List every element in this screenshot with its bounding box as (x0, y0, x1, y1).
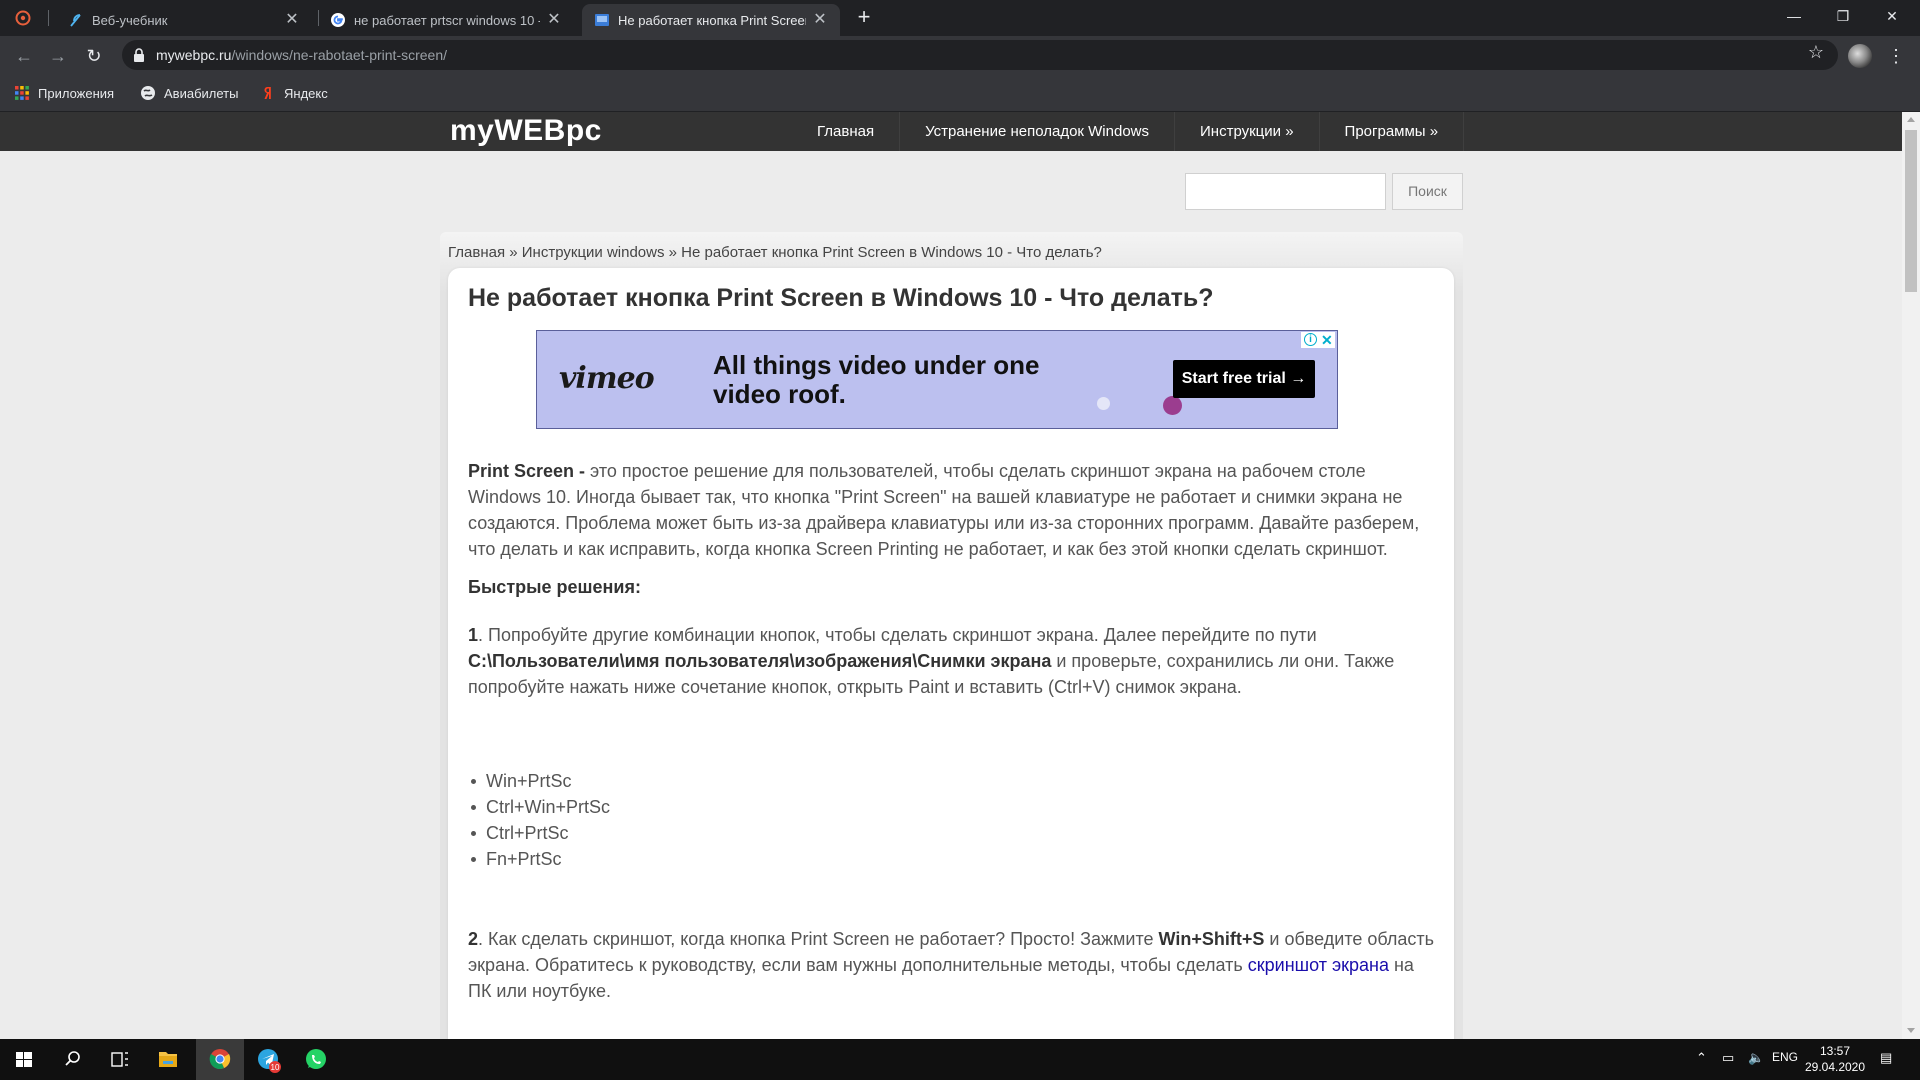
site-logo[interactable]: myWEBpc (450, 114, 602, 148)
nav-item-instructions[interactable]: Инструкции » (1175, 112, 1320, 151)
page-viewport: myWEBpc Главная Устранение неполадок Win… (0, 112, 1902, 1039)
bookmark-apps[interactable]: Приложения (14, 85, 114, 103)
tab-title: Не работает кнопка Print Screen (618, 13, 806, 28)
network-icon[interactable]: ▭ (1722, 1050, 1734, 1066)
tab-google-search[interactable]: не работает prtscr windows 10 - ✕ (318, 4, 574, 36)
list-item: Ctrl+Win+PrtSc (470, 794, 610, 820)
step-2-paragraph: 2. Как сделать скриншот, когда кнопка Pr… (468, 929, 1435, 1001)
globe-icon (141, 86, 155, 100)
chrome-icon[interactable] (196, 1039, 244, 1080)
close-tab-icon[interactable]: ✕ (810, 10, 830, 30)
site-favicon-icon (595, 14, 609, 26)
bookmarks-bar: Приложения Авиабилеты Яндекс (0, 76, 1920, 112)
minimize-button[interactable]: — (1771, 0, 1817, 32)
info-icon[interactable]: i (1304, 333, 1317, 346)
bookmark-label: Приложения (38, 86, 115, 101)
back-button[interactable]: ← (10, 42, 38, 70)
content-container: Главная » Инструкции windows » Не работа… (440, 232, 1463, 1039)
step-1-paragraph: 1. Попробуйте другие комбинации кнопок, … (468, 625, 1395, 697)
pinned-tab-icon[interactable] (14, 9, 32, 27)
screenshot-link[interactable]: скриншот экрана (1248, 955, 1389, 975)
bookmark-aviabilety[interactable]: Авиабилеты (140, 85, 238, 103)
notifications-icon[interactable]: ▤ (1880, 1050, 1892, 1066)
close-tab-icon[interactable]: ✕ (544, 10, 564, 30)
clock-date: 29.04.2020 (1804, 1060, 1866, 1074)
tab-title: не работает prtscr windows 10 - (354, 13, 540, 28)
site-nav: Главная Устранение неполадок Windows Инс… (792, 112, 1465, 151)
whatsapp-icon[interactable] (292, 1039, 340, 1080)
site-search-button[interactable]: Поиск (1392, 173, 1463, 210)
url-text: mywebpc.ru/windows/ne-rabotaet-print-scr… (156, 47, 448, 63)
scrollbar-thumb[interactable] (1905, 130, 1917, 292)
yandex-icon (264, 87, 271, 99)
google-icon (331, 13, 345, 27)
shortcut-list: Win+PrtSc Ctrl+Win+PrtSc Ctrl+PrtSc Fn+P… (470, 768, 610, 872)
page-scrollbar[interactable] (1902, 112, 1920, 1039)
list-item: Ctrl+PrtSc (470, 820, 610, 846)
article: Не работает кнопка Print Screen в Window… (448, 268, 1454, 1039)
ad-headline: All things video under one video roof. (713, 350, 1040, 409)
browser-toolbar: ← → ↻ mywebpc.ru/windows/ne-rabotaet-pri… (0, 36, 1920, 76)
close-ad-icon[interactable]: ✕ (1321, 332, 1333, 348)
ad-choices[interactable]: i ✕ (1301, 332, 1335, 348)
ad-cta-button[interactable]: Start free trial → (1173, 360, 1315, 398)
windows-start-icon[interactable] (0, 1039, 48, 1080)
new-tab-button[interactable]: + (852, 6, 876, 30)
vimeo-ad-banner[interactable]: vimeo All things video under one video r… (536, 330, 1338, 429)
close-window-button[interactable]: ✕ (1869, 0, 1915, 32)
forward-button[interactable]: → (44, 42, 72, 70)
close-tab-icon[interactable]: ✕ (282, 10, 302, 30)
breadcrumb[interactable]: Главная » Инструкции windows » Не работа… (448, 244, 1102, 261)
site-header: myWEBpc Главная Устранение неполадок Win… (0, 112, 1902, 151)
bookmark-label: Яндекс (284, 86, 328, 101)
tab-print-screen[interactable]: Не работает кнопка Print Screen ✕ (582, 4, 840, 36)
nav-item-troubleshooting[interactable]: Устранение неполадок Windows (900, 112, 1176, 151)
bookmark-yandex[interactable]: Яндекс (260, 85, 328, 103)
address-bar[interactable]: mywebpc.ru/windows/ne-rabotaet-print-scr… (122, 40, 1838, 70)
list-item: Win+PrtSc (470, 768, 610, 794)
restore-button[interactable]: ❐ (1820, 0, 1866, 32)
quick-solutions-heading: Быстрые решения: (468, 577, 641, 597)
telegram-badge: 10 (271, 1063, 280, 1072)
ad-decor-dot (1163, 396, 1182, 415)
tab-strip: Веб-учебник ✕ не работает prtscr windows… (0, 0, 1920, 36)
bookmark-label: Авиабилеты (164, 86, 239, 101)
lock-icon[interactable] (133, 48, 145, 62)
clock-time: 13:57 (1819, 1044, 1851, 1058)
scroll-down-icon[interactable] (1907, 1028, 1915, 1033)
windows-taskbar: 10 ⌃ ▭ 🔈 ENG 13:57 29.04.2020 ▤ (0, 1039, 1920, 1080)
system-clock[interactable]: 13:57 29.04.2020 (1800, 1043, 1870, 1075)
profile-avatar[interactable] (1848, 44, 1872, 68)
telegram-icon[interactable]: 10 (244, 1039, 292, 1080)
nav-item-home[interactable]: Главная (792, 112, 901, 151)
task-view-icon[interactable] (96, 1039, 144, 1080)
search-icon[interactable] (48, 1039, 96, 1080)
intro-paragraph: Print Screen - это простое решение для п… (468, 461, 1420, 559)
tab-title: Веб-учебник (92, 13, 168, 28)
reload-button[interactable]: ↻ (80, 42, 108, 70)
ad-brand-logo: vimeo (559, 361, 655, 396)
feather-icon (70, 14, 81, 27)
bookmark-star-icon[interactable]: ☆ (1808, 42, 1824, 63)
file-explorer-icon[interactable] (144, 1039, 192, 1080)
tab-web-uchebnik[interactable]: Веб-учебник ✕ (56, 4, 312, 36)
show-hidden-icons-icon[interactable]: ⌃ (1696, 1050, 1707, 1066)
ad-decor-dot (1097, 397, 1110, 410)
site-search-input[interactable] (1185, 173, 1386, 210)
article-title: Не работает кнопка Print Screen в Window… (468, 284, 1214, 312)
language-indicator[interactable]: ENG (1772, 1050, 1798, 1064)
scroll-up-icon[interactable] (1907, 117, 1915, 122)
nav-item-programs[interactable]: Программы » (1320, 112, 1465, 151)
volume-icon[interactable]: 🔈 (1748, 1050, 1764, 1066)
apps-grid-icon (15, 86, 29, 100)
list-item: Fn+PrtSc (470, 846, 610, 872)
browser-menu-icon[interactable]: ⋮ (1886, 44, 1906, 68)
